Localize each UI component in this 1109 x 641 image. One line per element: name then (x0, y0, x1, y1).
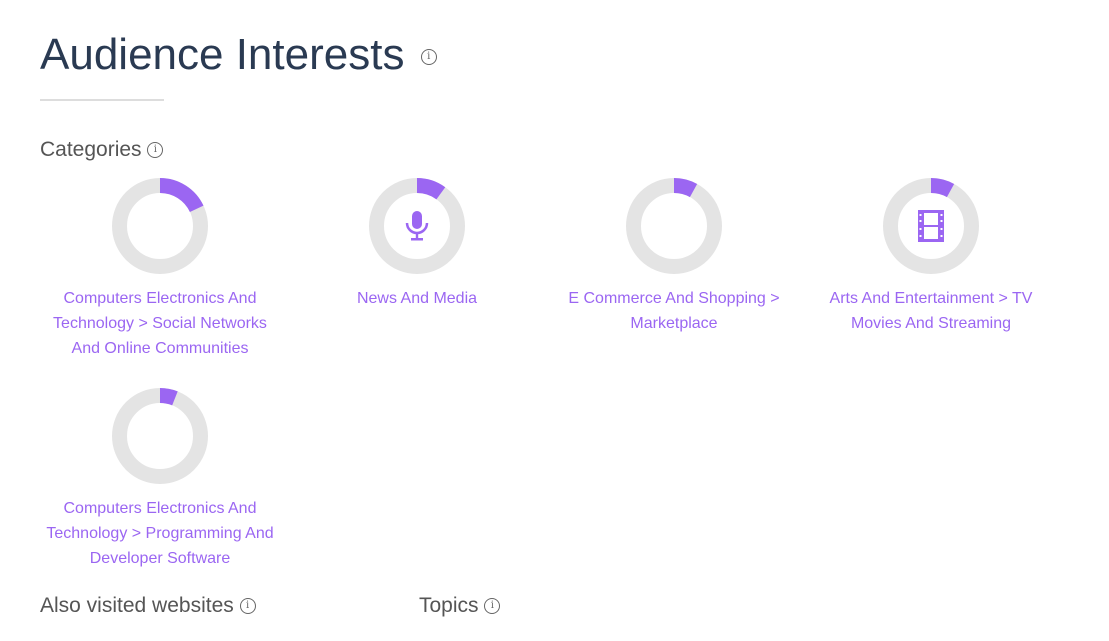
donut-chart (626, 178, 722, 274)
info-icon[interactable]: i (147, 142, 164, 159)
category-item[interactable]: Arts And Entertainment > TV Movies And S… (816, 178, 1046, 336)
category-item[interactable]: Computers Electronics And Technology > P… (45, 388, 275, 571)
donut-track (626, 178, 722, 274)
donut-chart (883, 178, 979, 274)
page-title: Audience Interests i (40, 30, 437, 80)
film-icon (918, 210, 944, 242)
category-item[interactable]: News And Media (302, 178, 532, 311)
category-label[interactable]: Arts And Entertainment > TV Movies And S… (816, 286, 1046, 336)
category-item[interactable]: Computers Electronics And Technology > S… (45, 178, 275, 361)
category-label[interactable]: Computers Electronics And Technology > P… (45, 496, 275, 571)
category-item[interactable]: E Commerce And Shopping > Marketplace (559, 178, 789, 336)
donut-chart (112, 178, 208, 274)
category-label[interactable]: Computers Electronics And Technology > S… (45, 286, 275, 361)
info-icon[interactable]: i (239, 598, 256, 615)
topics-heading: Topics i (419, 594, 501, 618)
also-visited-heading: Also visited websites i (40, 594, 256, 618)
info-icon[interactable]: i (484, 598, 501, 615)
categories-heading: Categories i (40, 138, 164, 162)
donut-track (112, 388, 208, 484)
category-label[interactable]: E Commerce And Shopping > Marketplace (559, 286, 789, 336)
info-icon[interactable]: i (420, 49, 437, 66)
donut-chart (112, 388, 208, 484)
category-label[interactable]: News And Media (302, 286, 532, 311)
divider (40, 99, 164, 101)
microphone-icon (405, 211, 429, 241)
donut-chart (369, 178, 465, 274)
